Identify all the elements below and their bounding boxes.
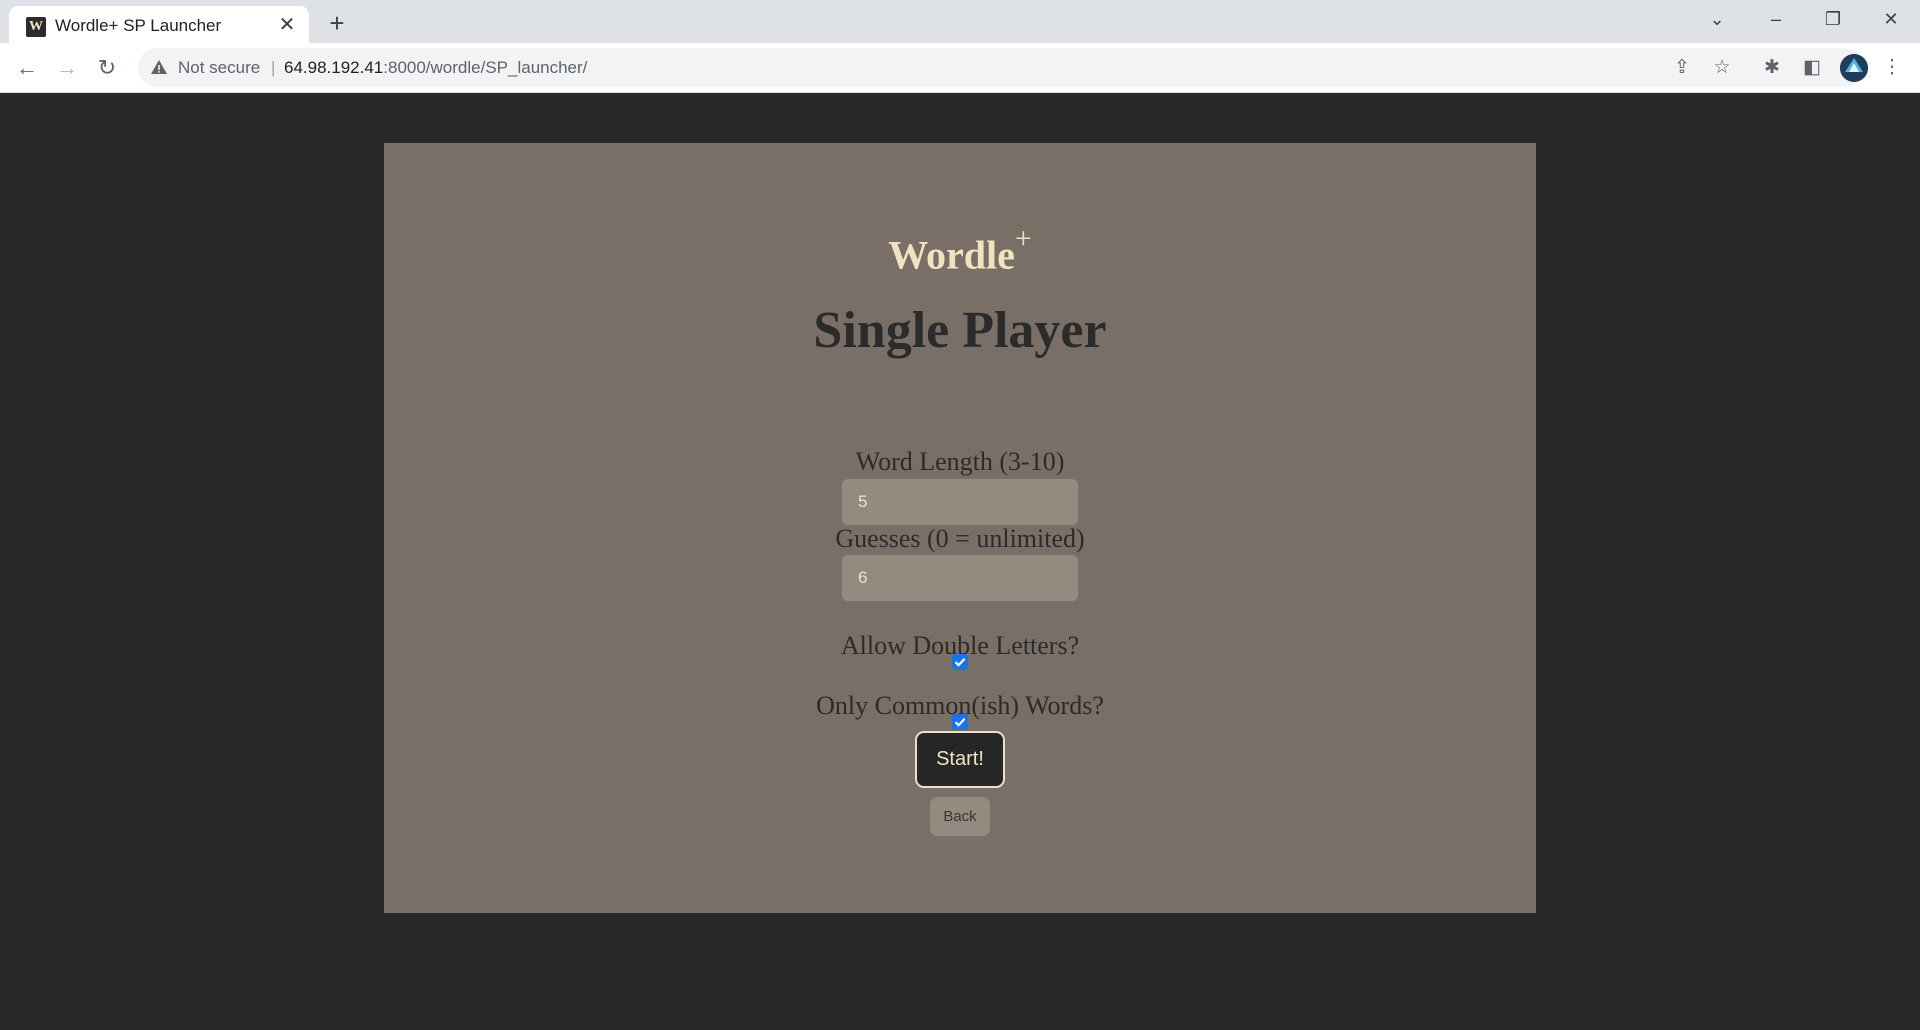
- restore-icon[interactable]: ❐: [1810, 0, 1856, 38]
- forward-arrow-icon[interactable]: →: [52, 53, 82, 83]
- side-panel-icon[interactable]: ◧: [1800, 56, 1824, 80]
- menu-kebab-icon[interactable]: ⋮: [1880, 56, 1904, 80]
- tab-search-icon[interactable]: ⌄: [1694, 0, 1740, 38]
- tab-bar: W Wordle+ SP Launcher ✕ + ⌄ – ❐ ✕: [0, 0, 1920, 43]
- browser-toolbar: ← → ↻ Not secure | 64.98.192.41:8000/wor…: [0, 43, 1920, 93]
- page-title: Single Player: [813, 302, 1107, 359]
- logo-text: Wordle: [888, 232, 1015, 278]
- window-close-icon[interactable]: ✕: [1868, 0, 1914, 38]
- reload-icon[interactable]: ↻: [92, 53, 122, 83]
- browser-tab[interactable]: W Wordle+ SP Launcher ✕: [9, 6, 309, 43]
- common-words-checkbox[interactable]: [952, 714, 968, 730]
- word-length-label: Word Length (3-10): [855, 447, 1065, 476]
- app-logo: Wordle+: [384, 222, 1536, 278]
- checkmark-icon: [954, 718, 966, 727]
- guesses-input[interactable]: [842, 555, 1078, 601]
- start-button[interactable]: Start!: [915, 731, 1005, 788]
- warning-icon: [151, 60, 167, 74]
- word-length-input[interactable]: [842, 479, 1078, 525]
- address-bar[interactable]: Not secure | 64.98.192.41:8000/wordle/SP…: [138, 48, 1864, 87]
- url-host: 64.98.192.41: [284, 58, 384, 77]
- double-letters-checkbox[interactable]: [952, 654, 968, 670]
- logo-plus: +: [1014, 222, 1032, 255]
- extensions-icon[interactable]: ✱: [1760, 56, 1784, 80]
- tab-title: Wordle+ SP Launcher: [55, 16, 222, 35]
- profile-avatar[interactable]: [1840, 54, 1868, 82]
- address-separator: |: [271, 58, 276, 77]
- bookmark-star-icon[interactable]: ☆: [1710, 56, 1734, 80]
- url-text: 64.98.192.41:8000/wordle/SP_launcher/: [284, 58, 587, 78]
- back-arrow-icon[interactable]: ←: [12, 53, 42, 83]
- launcher-card: Wordle+ Single Player Word Length (3-10)…: [384, 143, 1536, 913]
- back-button[interactable]: Back: [930, 797, 990, 836]
- checkmark-icon: [954, 658, 966, 667]
- favicon-icon: W: [26, 17, 46, 37]
- new-tab-icon[interactable]: +: [322, 9, 352, 37]
- security-label: Not secure: [178, 58, 261, 77]
- minimize-icon[interactable]: –: [1753, 0, 1799, 38]
- url-path: :8000/wordle/SP_launcher/: [383, 58, 588, 77]
- guesses-label: Guesses (0 = unlimited): [835, 524, 1085, 553]
- close-tab-icon[interactable]: ✕: [275, 13, 299, 37]
- page-body: Wordle+ Single Player Word Length (3-10)…: [0, 93, 1920, 1030]
- share-icon[interactable]: ⇪: [1670, 56, 1694, 80]
